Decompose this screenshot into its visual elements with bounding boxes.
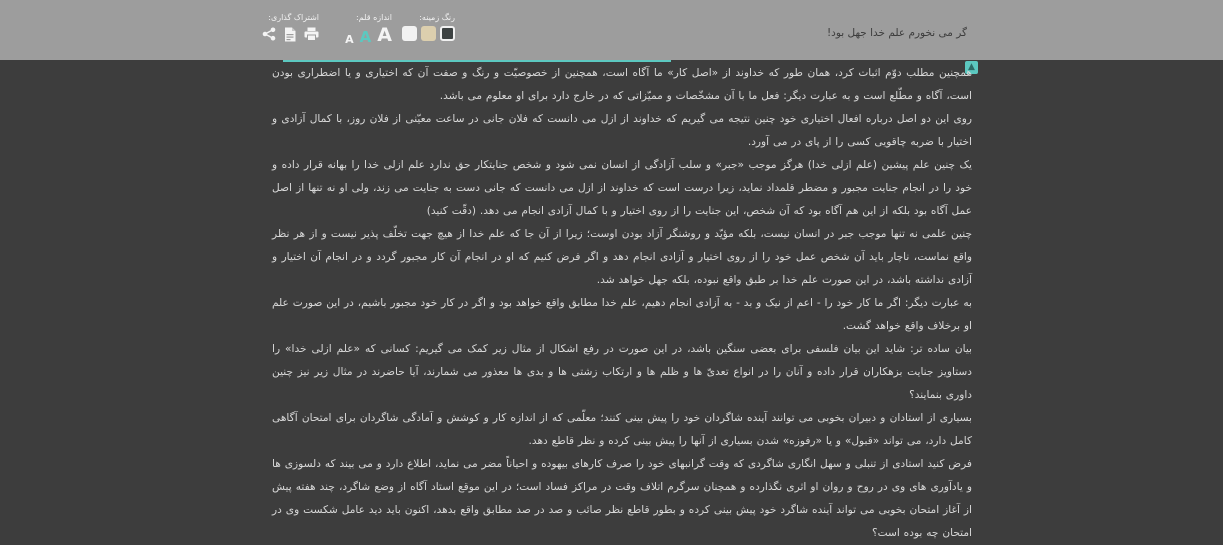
- share-group: اشتراک گذاری:: [261, 13, 319, 42]
- article-paragraph: بسیاری از استادان و دبیران بخوبی می توان…: [272, 412, 972, 447]
- background-swatch-sepia[interactable]: [421, 26, 436, 41]
- pdf-file-icon: [285, 27, 296, 41]
- font-size-medium-button[interactable]: A: [360, 30, 372, 45]
- printer-icon: [304, 27, 318, 41]
- font-size-label: اندازه قلم:: [356, 13, 392, 22]
- background-color-label: رنگ زمینه:: [419, 13, 455, 22]
- font-size-large-button[interactable]: A: [377, 26, 392, 45]
- article-paragraph: بیان ساده تر: شاید این بیان فلسفی برای ب…: [272, 343, 972, 401]
- pdf-download-button[interactable]: [282, 26, 298, 42]
- article-paragraph: یک چنین علم پیشین (علم ازلی خدا) هرگز مو…: [272, 159, 972, 217]
- article-paragraph: روی این دو اصل درباره افعال اختیاری خود …: [272, 113, 972, 148]
- font-size-small-button[interactable]: A: [345, 34, 354, 45]
- background-color-group: رنگ زمینه:: [402, 13, 455, 41]
- print-button[interactable]: [303, 26, 319, 42]
- share-label: اشتراک گذاری:: [268, 13, 319, 22]
- background-swatch-dark[interactable]: [440, 26, 455, 41]
- article-paragraph: فرض کنید استادی از تنبلی و سهل انگاری شا…: [272, 458, 972, 539]
- font-size-group: اندازه قلم: A A A: [345, 13, 392, 45]
- top-toolbar: گر می نخورم علم خدا جهل بود! رنگ زمینه: …: [0, 0, 1223, 60]
- share-icon: [262, 27, 276, 41]
- article-paragraph: به عبارت دیگر: اگر ما کار خود را - اعم ا…: [272, 297, 972, 332]
- article-paragraph: چنین علمی نه تنها موجب جبر در انسان نیست…: [272, 228, 972, 286]
- share-button[interactable]: [261, 26, 277, 42]
- article-content: همچنین مطلب دوّم اثبات کرد، همان طور که …: [272, 62, 972, 545]
- background-swatch-light[interactable]: [402, 26, 417, 41]
- article-paragraph: همچنین مطلب دوّم اثبات کرد، همان طور که …: [272, 67, 972, 102]
- page-title: گر می نخورم علم خدا جهل بود!: [826, 27, 967, 39]
